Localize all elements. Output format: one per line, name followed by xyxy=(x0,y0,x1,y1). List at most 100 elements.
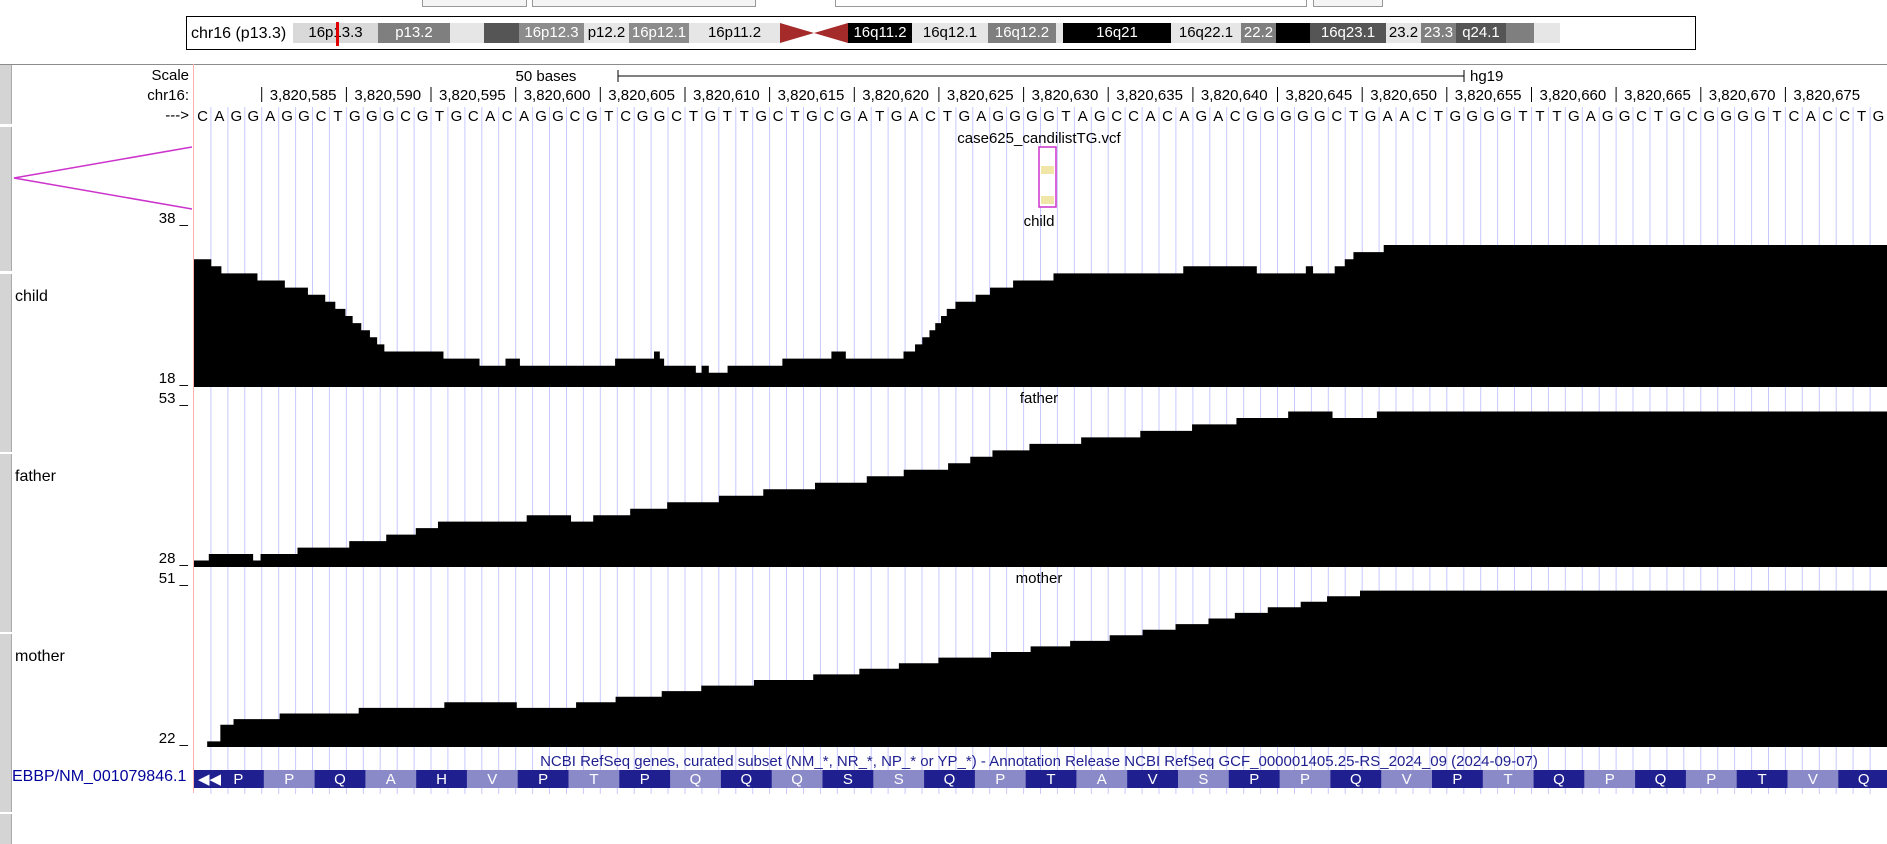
amino-acid: P xyxy=(284,771,294,788)
vcf-side-button[interactable] xyxy=(0,127,12,271)
ideogram-band[interactable]: p13.2 xyxy=(378,23,450,43)
ideogram-band[interactable]: 16q12.1 xyxy=(912,23,988,43)
position-label: 3,820,655 xyxy=(1455,87,1522,104)
base-letter: G xyxy=(1195,108,1207,125)
scale-label: Scale xyxy=(151,67,189,84)
amino-acid: Q xyxy=(1350,771,1362,788)
base-letter: T xyxy=(333,108,342,125)
ideogram-band[interactable]: 16p12.3 xyxy=(519,23,584,43)
base-letter: G xyxy=(1568,108,1580,125)
base-letter: T xyxy=(740,108,749,125)
base-letter: T xyxy=(1552,108,1561,125)
father-axis-min: 28 _ xyxy=(158,550,188,567)
base-letter: A xyxy=(908,108,918,125)
ideogram-band[interactable]: 16q22.1 xyxy=(1171,23,1241,43)
vcf-genotype-2 xyxy=(1041,196,1054,204)
ideogram-band[interactable]: 22.2 xyxy=(1241,23,1276,43)
base-letter: C xyxy=(1839,108,1850,125)
position-ticks: 3,820,585 3,820,590 3,820,595 3,820,600 3,82… xyxy=(261,87,1860,104)
base-letter: T xyxy=(689,108,698,125)
base-letter: G xyxy=(1602,108,1614,125)
base-letter: G xyxy=(891,108,903,125)
ideogram-band[interactable]: 23.3 xyxy=(1421,23,1456,43)
amino-acid: Q xyxy=(1655,771,1667,788)
amino-acid: Q xyxy=(944,771,956,788)
ideogram-band[interactable]: q24.1 xyxy=(1456,23,1506,43)
base-letter: C xyxy=(1416,108,1427,125)
base-letter: C xyxy=(1636,108,1647,125)
chromosome-ideogram[interactable]: chr16 (p13.3) 16p13.3p13.216p12.3p12.216… xyxy=(186,16,1696,50)
base-letter: C xyxy=(1822,108,1833,125)
base-letter: C xyxy=(400,108,411,125)
base-letter: G xyxy=(1365,108,1377,125)
child-axis-max: 38 _ xyxy=(158,210,188,227)
ideogram-band[interactable]: 16p12.1 xyxy=(629,23,689,43)
ruler-side-button[interactable] xyxy=(0,65,12,124)
base-letter: G xyxy=(1009,108,1021,125)
base-letter: G xyxy=(654,108,666,125)
amino-acid: Q xyxy=(690,771,702,788)
position-label: 3,820,630 xyxy=(1032,87,1099,104)
track-label-child[interactable]: child xyxy=(15,288,48,306)
position-label: 3,820,635 xyxy=(1116,87,1183,104)
child-side-button[interactable] xyxy=(0,274,12,452)
father-side-button[interactable] xyxy=(0,454,12,632)
ideogram-band[interactable] xyxy=(484,23,519,43)
ideogram-band[interactable]: 16q12.2 xyxy=(988,23,1056,43)
mother-side-button[interactable] xyxy=(0,634,12,812)
ideogram-band[interactable]: p12.2 xyxy=(584,23,629,43)
base-letter: G xyxy=(535,108,547,125)
ideogram-band[interactable] xyxy=(1276,23,1310,43)
top-button-2[interactable] xyxy=(1313,0,1383,7)
ideogram-band[interactable]: 16q21 xyxy=(1063,23,1171,43)
amino-acid: P xyxy=(1452,771,1462,788)
ideogram-band[interactable]: 16q11.2 xyxy=(848,23,912,43)
base-letter: T xyxy=(1349,108,1358,125)
base-letter: G xyxy=(586,108,598,125)
ideogram-band[interactable] xyxy=(450,23,484,43)
track-center-label-mother: mother xyxy=(1016,570,1063,587)
amino-acid: S xyxy=(843,771,853,788)
base-letter: G xyxy=(1043,108,1055,125)
vcf-zoom-triangle xyxy=(13,146,193,210)
position-label: 3,820,590 xyxy=(354,87,421,104)
amino-acid: A xyxy=(386,771,396,788)
base-letter: C xyxy=(1331,108,1342,125)
base-letter: G xyxy=(1280,108,1292,125)
position-label: 3,820,605 xyxy=(608,87,675,104)
base-letter: A xyxy=(519,108,529,125)
ideogram-bands[interactable]: 16p13.3p13.216p12.3p12.216p12.116p11.216… xyxy=(293,22,1659,46)
ideogram-band[interactable]: 23.2 xyxy=(1386,23,1421,43)
base-letter: G xyxy=(806,108,818,125)
assembly-label: hg19 xyxy=(1470,68,1503,85)
amino-acid: P xyxy=(640,771,650,788)
track-center-label-father: father xyxy=(1020,390,1058,407)
ideogram-band[interactable]: 16p11.2 xyxy=(689,23,780,43)
base-letter: G xyxy=(1094,108,1106,125)
base-letter: T xyxy=(1518,108,1527,125)
track-label-gene[interactable]: EBBP/NM_001079846.1 xyxy=(12,768,186,786)
vcf-sample-label: child xyxy=(1024,213,1055,230)
gene-side-button[interactable] xyxy=(0,814,12,844)
base-letter: T xyxy=(943,108,952,125)
base-letter: T xyxy=(790,108,799,125)
base-letter: G xyxy=(281,108,293,125)
top-button-1[interactable] xyxy=(422,0,527,7)
ideogram-band[interactable] xyxy=(780,23,848,43)
top-select-1[interactable] xyxy=(532,0,756,7)
track-label-father[interactable]: father xyxy=(15,468,56,486)
browser-image[interactable]: Scale chr16: ---> child father mother EB… xyxy=(0,64,1887,844)
base-letter: G xyxy=(755,108,767,125)
position-input[interactable] xyxy=(835,0,1307,7)
vcf-track[interactable]: case625_candilistTG.vcf child xyxy=(957,130,1121,230)
ideogram-band[interactable] xyxy=(1506,23,1534,43)
base-letter: G xyxy=(1449,108,1461,125)
ideogram-band[interactable] xyxy=(1056,23,1063,43)
position-label: 3,820,585 xyxy=(270,87,337,104)
scale-text: 50 bases xyxy=(516,68,577,85)
ideogram-band[interactable] xyxy=(1534,23,1560,43)
ideogram-band[interactable]: 16q23.1 xyxy=(1310,23,1386,43)
track-data-area[interactable]: 50 bases hg19 3,820,585 3,820,590 3,820,59… xyxy=(194,65,1887,794)
base-letter: C xyxy=(823,108,834,125)
track-label-mother[interactable]: mother xyxy=(15,648,65,666)
